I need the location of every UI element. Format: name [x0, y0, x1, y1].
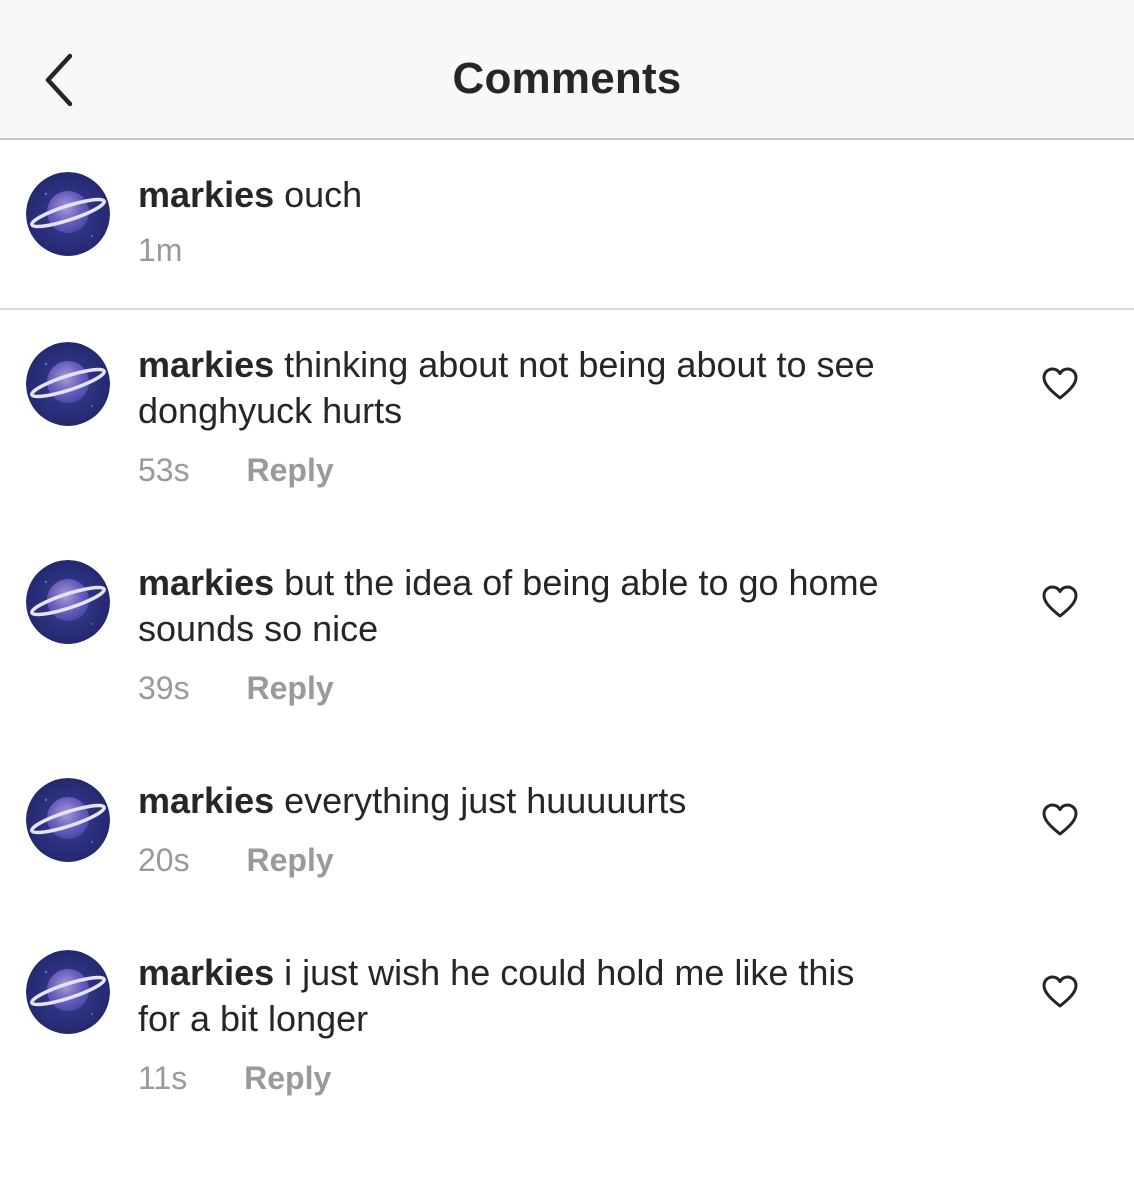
top-bar: Comments	[0, 0, 1134, 140]
like-button[interactable]	[1042, 803, 1078, 837]
avatar[interactable]	[26, 778, 110, 862]
username-link[interactable]: markies	[138, 174, 274, 215]
comment-body-continued: for a bit longer	[138, 998, 369, 1039]
comment-body: thinking about not being about to see	[284, 344, 875, 385]
like-button[interactable]	[1042, 367, 1078, 401]
caption-body: ouch	[284, 174, 363, 215]
timestamp: 11s	[138, 1060, 188, 1096]
timestamp: 39s	[138, 670, 190, 706]
comment-body: i just wish he could hold me like this	[284, 952, 855, 993]
heart-icon	[1042, 975, 1078, 1009]
comment-text: markies but the idea of being able to go…	[138, 560, 998, 652]
username-link[interactable]: markies	[138, 562, 274, 603]
comment-body: but the idea of being able to go home	[284, 562, 879, 603]
caption-row: markies ouch 1m	[0, 140, 1134, 310]
avatar[interactable]	[26, 950, 110, 1034]
comment-meta: 11s Reply	[138, 1060, 331, 1097]
caption-time: 1m	[138, 232, 182, 269]
caption-text: markies ouch	[138, 172, 998, 218]
comment-meta: 53s Reply	[138, 452, 334, 489]
like-button[interactable]	[1042, 975, 1078, 1009]
username-link[interactable]: markies	[138, 952, 274, 993]
comment-body: everything just huuuuurts	[284, 780, 687, 821]
timestamp: 20s	[138, 842, 190, 878]
comment-body-continued: donghyuck hurts	[138, 390, 403, 431]
reply-button[interactable]: Reply	[246, 452, 333, 488]
heart-icon	[1042, 803, 1078, 837]
page-title: Comments	[452, 54, 682, 103]
comment-text: markies thinking about not being about t…	[138, 342, 998, 434]
reply-button[interactable]: Reply	[246, 670, 333, 706]
reply-button[interactable]: Reply	[246, 842, 333, 878]
reply-button[interactable]: Reply	[244, 1060, 331, 1096]
avatar[interactable]	[26, 560, 110, 644]
heart-icon	[1042, 585, 1078, 619]
username-link[interactable]: markies	[138, 780, 274, 821]
timestamp: 1m	[138, 232, 183, 268]
like-button[interactable]	[1042, 585, 1078, 619]
avatar[interactable]	[26, 342, 110, 426]
comment-text: markies i just wish he could hold me lik…	[138, 950, 998, 1042]
comment-meta: 20s Reply	[138, 842, 334, 879]
comment-body-continued: sounds so nice	[138, 608, 379, 649]
avatar[interactable]	[26, 172, 110, 256]
username-link[interactable]: markies	[138, 344, 274, 385]
heart-icon	[1042, 367, 1078, 401]
comment-text: markies everything just huuuuurts	[138, 778, 998, 824]
timestamp: 53s	[138, 452, 190, 488]
comment-meta: 39s Reply	[138, 670, 334, 707]
